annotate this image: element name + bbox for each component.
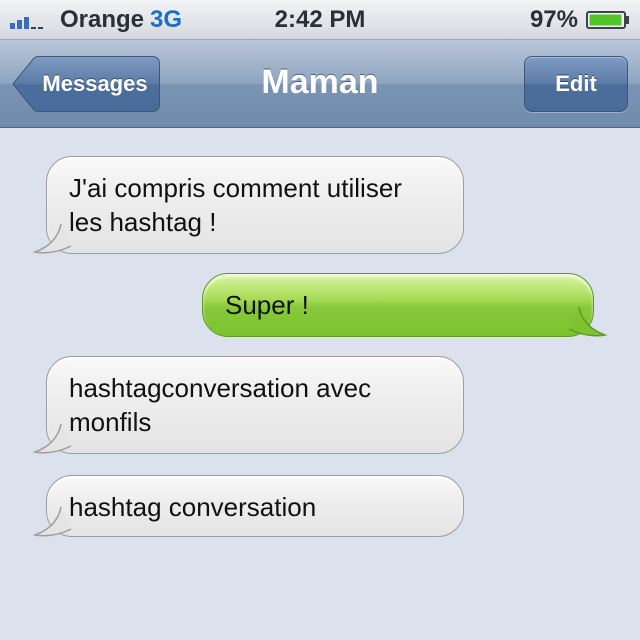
message-text: Super ! — [225, 288, 571, 322]
bubble-tail — [568, 306, 607, 337]
message-line: J'ai compris comment utiliser — [69, 173, 402, 203]
battery-fill — [589, 14, 622, 26]
back-button-label: Messages — [42, 71, 148, 96]
incoming-message-bubble[interactable]: hashtag conversation — [33, 475, 464, 537]
nav-bar: Messages Maman Edit — [0, 40, 640, 128]
message-text: hashtag conversation — [69, 490, 443, 524]
message-line: hashtagconversation avec — [69, 373, 372, 403]
bubble-tail — [33, 423, 72, 454]
outgoing-message-bubble[interactable]: Super ! — [202, 273, 607, 337]
bubble-tail — [33, 223, 72, 254]
message-line: Super ! — [225, 290, 309, 320]
incoming-message-bubble[interactable]: J'ai compris comment utiliser les hashta… — [33, 156, 464, 254]
battery-percent: 97% — [529, 6, 578, 33]
message-text: hashtagconversation avec monfils — [69, 371, 443, 439]
incoming-message-bubble[interactable]: hashtagconversation avec monfils — [33, 356, 464, 454]
message-line: les hashtag ! — [69, 207, 217, 237]
message-line: hashtag conversation — [69, 492, 317, 522]
message-text: J'ai compris comment utiliser les hashta… — [69, 171, 443, 239]
bubble-tail — [33, 506, 72, 537]
back-button[interactable]: Messages — [12, 56, 160, 112]
battery-icon — [586, 11, 629, 29]
message-line: monfils — [69, 407, 152, 437]
status-bar: Orange 3G 2:42 PM 97% — [0, 0, 640, 40]
edit-button[interactable]: Edit — [524, 56, 628, 112]
conversation-title: Maman — [261, 63, 379, 101]
